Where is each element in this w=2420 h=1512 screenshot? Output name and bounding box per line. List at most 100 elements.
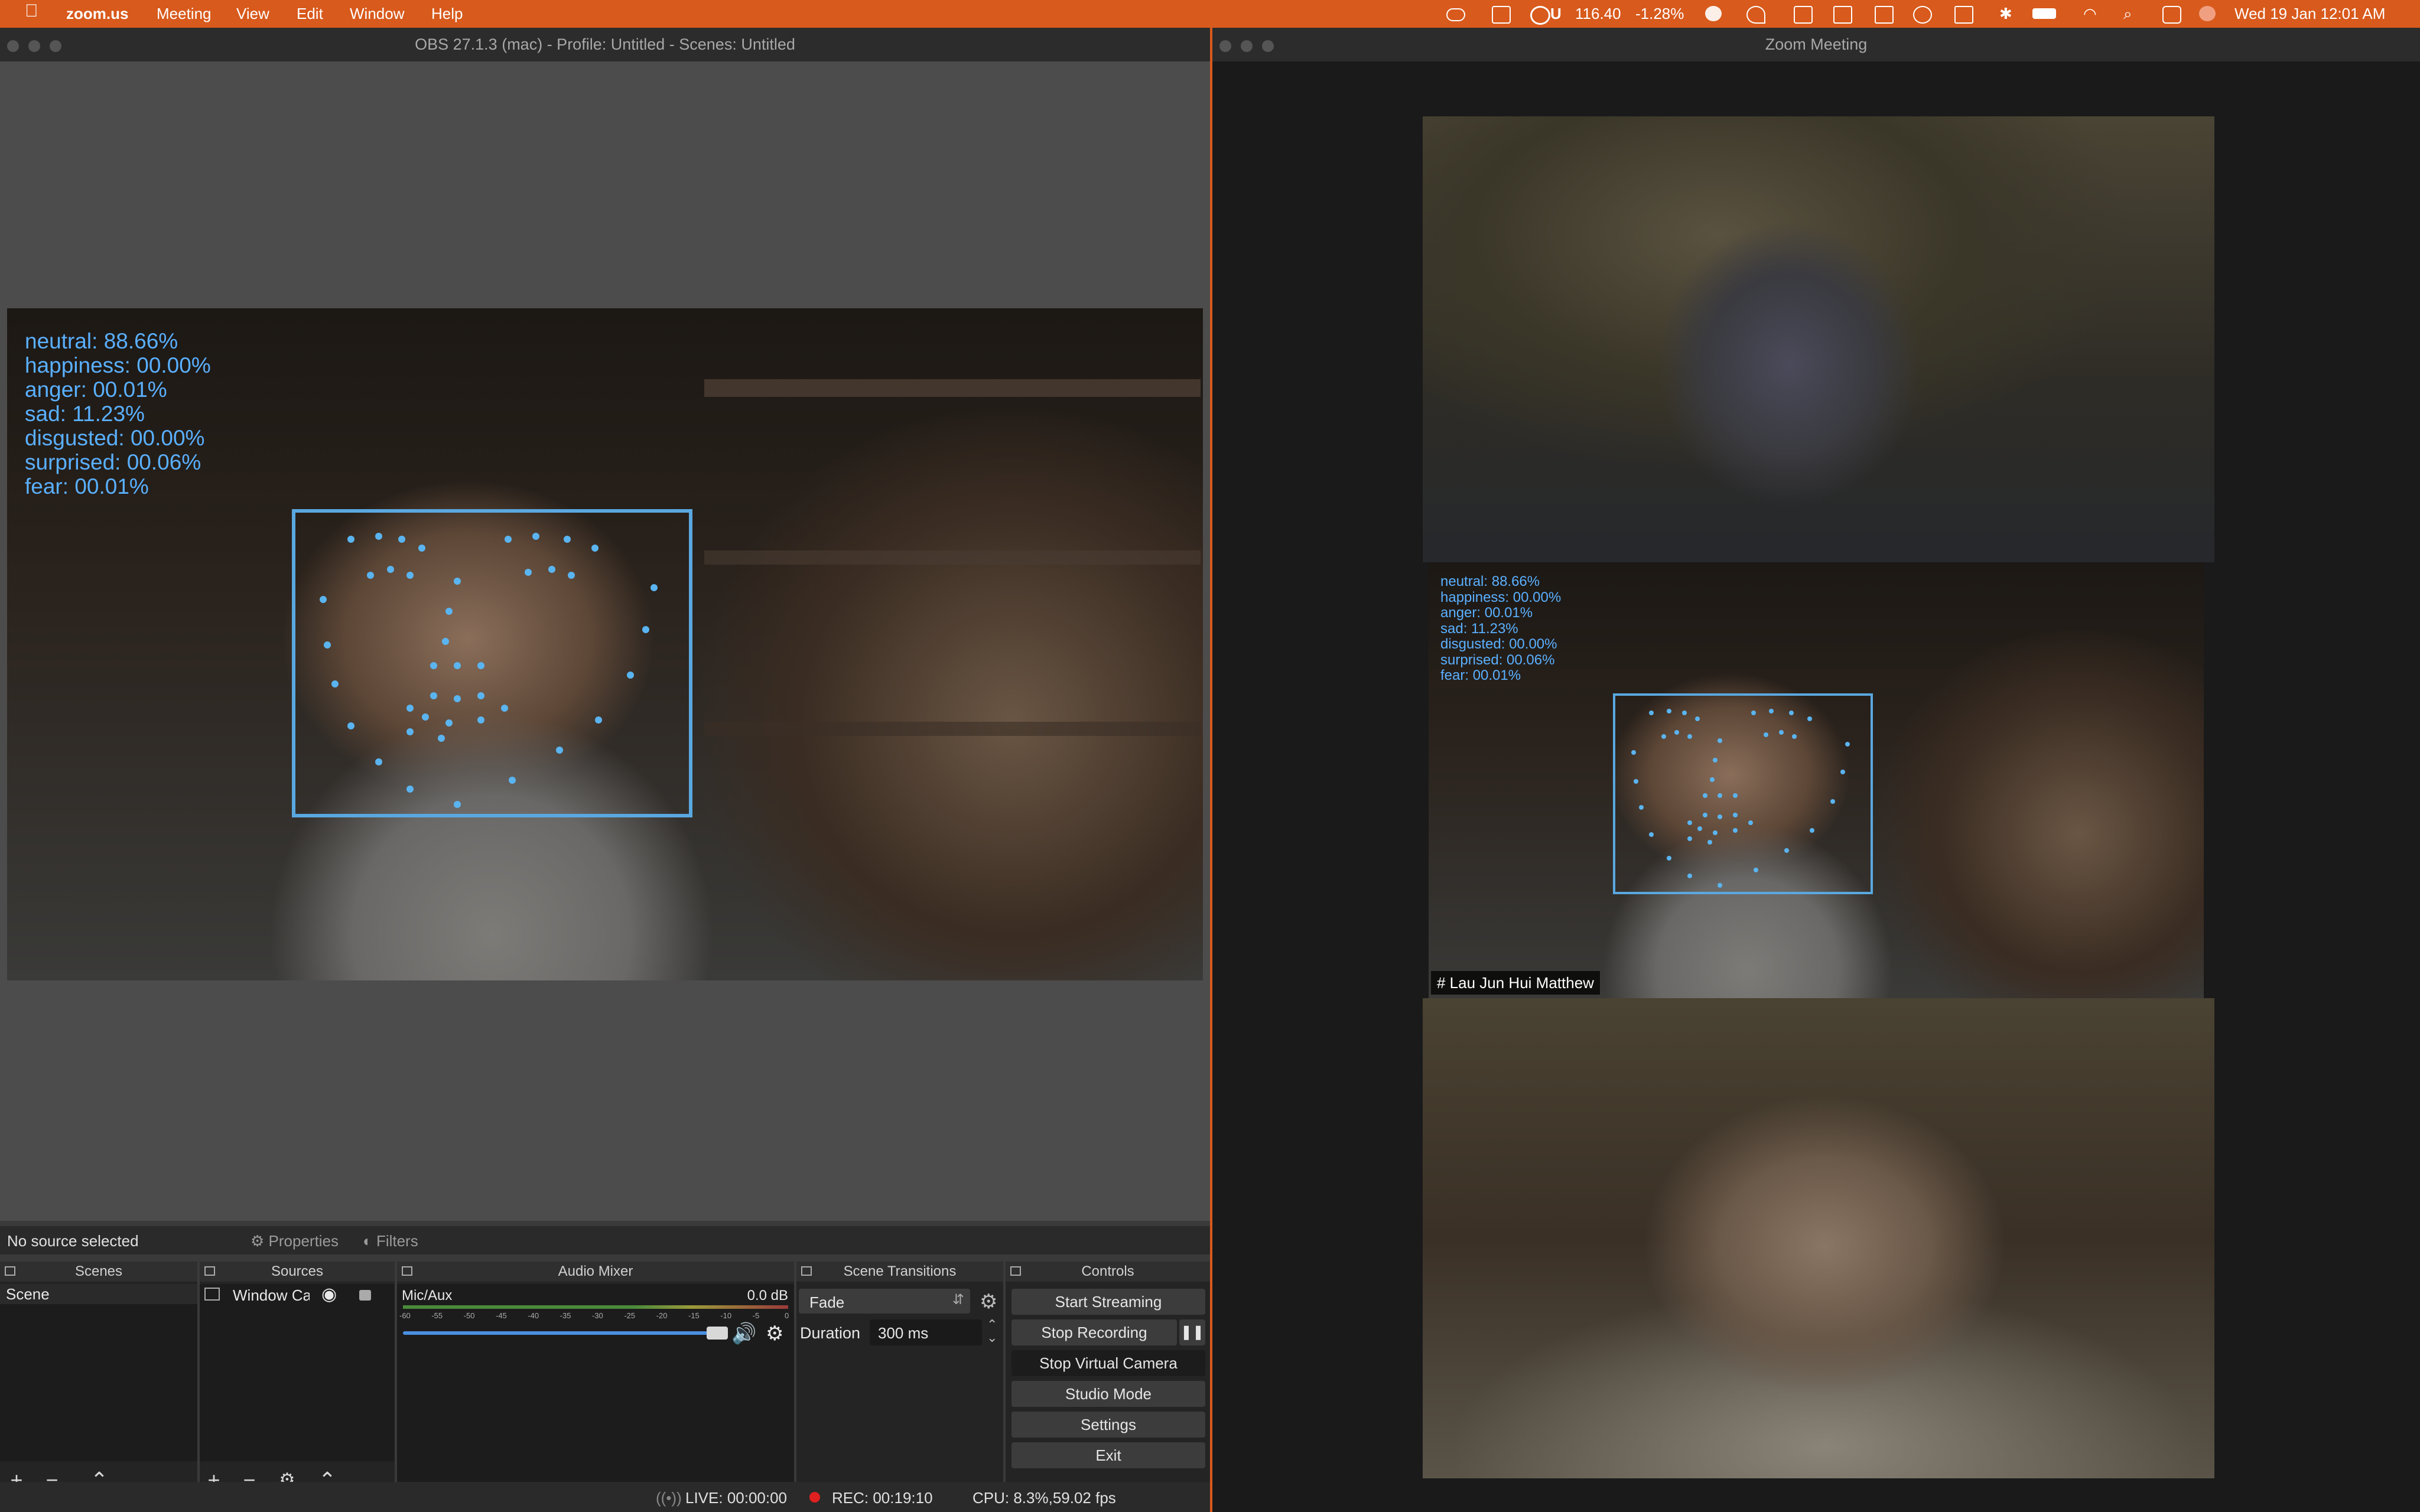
zoom-title: Zoom Meeting xyxy=(1212,28,2420,62)
obs-window: OBS 27.1.3 (mac) - Profile: Untitled - S… xyxy=(0,28,1210,1512)
calendar-icon[interactable] xyxy=(1492,6,1511,24)
emotion-happiness: happiness: 00.00% xyxy=(1440,589,1562,605)
landmark-dot xyxy=(1687,836,1692,841)
cloud-sync-icon[interactable] xyxy=(1705,6,1722,21)
db-tick-label: -5 xyxy=(752,1311,760,1320)
feather-icon[interactable] xyxy=(1746,6,1765,24)
landmark-dot xyxy=(1791,734,1797,739)
participant-name: # Lau Jun Hui Matthew xyxy=(1431,971,1600,995)
landmark-dot xyxy=(418,545,425,552)
search-icon[interactable]: ⌕ xyxy=(2123,5,2132,22)
menu-meeting[interactable]: Meeting xyxy=(157,5,212,22)
start-streaming-button[interactable]: Start Streaming xyxy=(1011,1289,1205,1315)
camera-icon[interactable] xyxy=(1794,6,1813,24)
menu-app-name[interactable]: zoom.us xyxy=(66,5,128,22)
landmark-dot xyxy=(477,662,484,670)
landmark-dot xyxy=(430,662,437,670)
apple-icon[interactable]:  xyxy=(25,2,38,20)
wifi-icon[interactable]: ◠ xyxy=(2083,5,2097,22)
play-icon[interactable] xyxy=(1913,6,1932,24)
drop-icon[interactable] xyxy=(1875,6,1894,24)
landmark-dot xyxy=(323,641,331,649)
filters-button[interactable]: ◐ Filters xyxy=(363,1232,418,1250)
landmark-dot xyxy=(1702,812,1707,817)
volume-slider[interactable] xyxy=(403,1331,722,1335)
db-tick-label: -50 xyxy=(463,1311,475,1320)
zoom-button[interactable] xyxy=(1262,40,1274,52)
live-signal-icon: ((•)) xyxy=(656,1489,682,1507)
landmark-dot xyxy=(1697,826,1702,832)
landmark-dot xyxy=(331,680,339,687)
undock-icon[interactable] xyxy=(204,1266,215,1276)
screen-icon[interactable] xyxy=(1954,6,1973,24)
undock-icon[interactable] xyxy=(402,1266,412,1276)
scene-item[interactable]: Scene xyxy=(0,1284,197,1304)
landmark-dot xyxy=(477,716,484,724)
volume-slider-handle[interactable] xyxy=(707,1327,728,1340)
landmark-dot xyxy=(375,532,382,540)
emotion-happiness: happiness: 00.00% xyxy=(25,353,211,377)
audio-mixer-panel: Mic/Aux 0.0 dB -60 -55 -50 -45 -40 -35 -30 -25-… xyxy=(397,1284,794,1498)
zoom-button[interactable] xyxy=(50,40,61,52)
grid-icon[interactable] xyxy=(1833,6,1852,24)
undock-icon[interactable] xyxy=(801,1266,812,1276)
landmark-dot xyxy=(524,569,532,576)
landmark-dot xyxy=(1764,732,1769,737)
status-bar: ((•)) LIVE: 00:00:00 REC: 00:19:10 CPU: … xyxy=(0,1482,1210,1512)
undock-icon[interactable] xyxy=(5,1266,15,1276)
menu-view[interactable]: View xyxy=(236,5,269,22)
stock-price[interactable]: 116.40 xyxy=(1575,5,1621,22)
close-button[interactable] xyxy=(1219,40,1231,52)
emotion-sad: sad: 11.23% xyxy=(1440,620,1518,637)
scenes-title: Scenes xyxy=(0,1262,197,1282)
landmark-dot xyxy=(1784,848,1789,853)
battery-icon[interactable] xyxy=(2032,8,2056,19)
transition-settings-icon[interactable]: ⚙ xyxy=(980,1290,997,1314)
menu-window[interactable]: Window xyxy=(350,5,404,22)
lock-icon[interactable] xyxy=(359,1290,371,1301)
landmark-dot xyxy=(1648,711,1654,716)
landmark-dot xyxy=(1768,708,1774,713)
pause-recording-icon[interactable]: ❚❚ xyxy=(1179,1319,1205,1345)
chevron-updown-icon: ⇵ xyxy=(952,1292,964,1308)
glasses-icon[interactable] xyxy=(1446,8,1465,21)
blurred-participant-bottom[interactable] xyxy=(1423,998,2214,1478)
undock-icon[interactable] xyxy=(1010,1266,1021,1276)
siri-icon[interactable] xyxy=(2199,6,2216,21)
transition-select[interactable]: Fade ⇵ xyxy=(799,1289,970,1314)
visibility-eye-icon[interactable]: ◉ xyxy=(321,1284,337,1305)
audio-mixer-dock: Audio Mixer Mic/Aux 0.0 dB -60 -55 -50 -45-… xyxy=(397,1262,794,1498)
menu-edit[interactable]: Edit xyxy=(297,5,323,22)
scenes-dock: Scenes Scene + − ⌃ ⌄ xyxy=(0,1262,197,1498)
zoom-active-video[interactable]: neutral: 88.66% happiness: 00.00% anger:… xyxy=(1429,562,2204,998)
bluetooth-icon[interactable]: ✱ xyxy=(1999,5,2012,22)
source-item[interactable]: Window Ca xyxy=(233,1286,310,1305)
landmark-dot xyxy=(650,584,658,591)
duration-down-icon[interactable]: ⌄ xyxy=(987,1330,997,1345)
exit-button[interactable]: Exit xyxy=(1011,1442,1205,1468)
studio-mode-button[interactable]: Studio Mode xyxy=(1011,1381,1205,1407)
stop-virtual-camera-button[interactable]: Stop Virtual Camera xyxy=(1011,1350,1205,1376)
clock[interactable]: Wed 19 Jan 12:01 AM xyxy=(2234,5,2385,22)
properties-button[interactable]: ⚙ Properties xyxy=(251,1232,339,1250)
menu-help[interactable]: Help xyxy=(431,5,463,22)
db-tick-label: -10 xyxy=(720,1311,732,1320)
landmark-dot xyxy=(406,572,414,579)
minimize-button[interactable] xyxy=(28,40,40,52)
control-center-icon[interactable] xyxy=(2162,6,2181,24)
speaker-icon[interactable]: 🔊 xyxy=(731,1322,756,1345)
stocks-app-icon[interactable] xyxy=(1530,6,1550,25)
landmark-dot xyxy=(1733,793,1738,798)
settings-button[interactable]: Settings xyxy=(1011,1412,1205,1438)
blurred-participant-top[interactable] xyxy=(1423,116,2214,562)
minimize-button[interactable] xyxy=(1241,40,1253,52)
audio-settings-icon[interactable]: ⚙ xyxy=(766,1322,783,1345)
emotion-surprised: surprised: 00.06% xyxy=(25,450,201,474)
stop-recording-button[interactable]: Stop Recording xyxy=(1011,1319,1177,1345)
landmark-dot xyxy=(1712,757,1718,762)
db-tick-label: -55 xyxy=(431,1311,443,1320)
close-button[interactable] xyxy=(7,40,19,52)
emotion-sad: sad: 11.23% xyxy=(25,402,145,426)
cpu-fps: CPU: 8.3%,59.02 fps xyxy=(972,1489,1116,1507)
duration-input[interactable]: 300 ms xyxy=(870,1319,982,1345)
